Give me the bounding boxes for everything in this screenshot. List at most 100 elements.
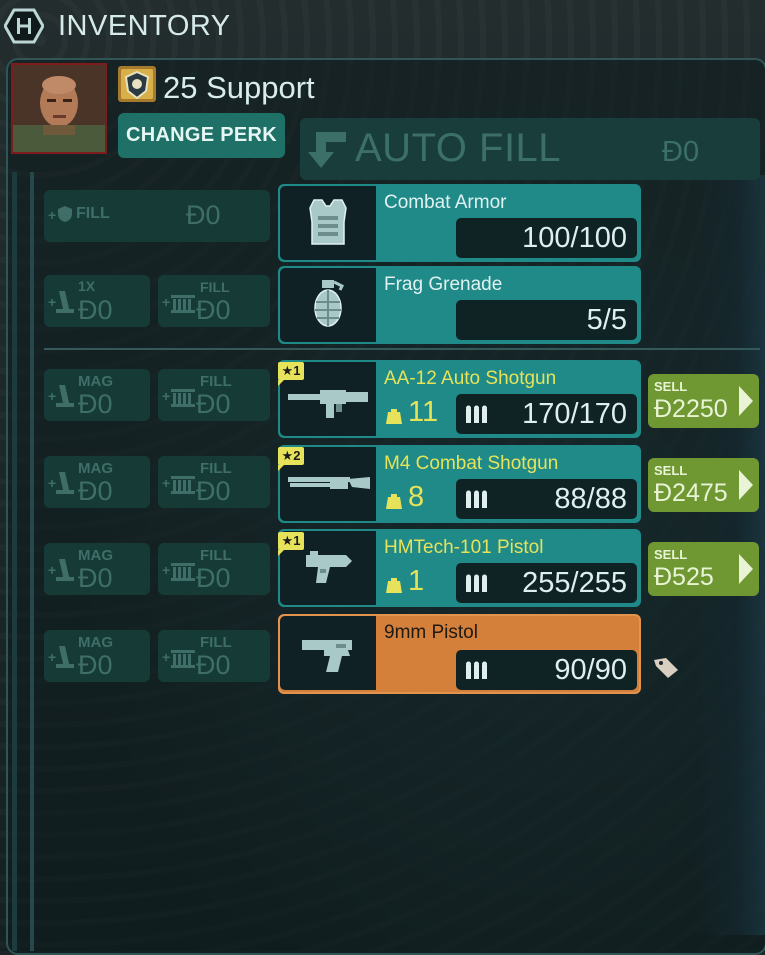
magazine-icon: [56, 559, 74, 581]
sell-price: Ɖ2250: [654, 395, 728, 423]
grenade-value: 5/5: [586, 304, 627, 336]
mag-button[interactable]: + MAG Ɖ0: [44, 543, 150, 595]
character-portrait: [11, 63, 107, 154]
fill-price: Ɖ0: [196, 563, 231, 593]
pistol-icon: [302, 640, 352, 672]
item-value-box: 100/100: [456, 218, 637, 258]
weapon-weight: 11: [408, 396, 439, 428]
chevron-right-icon: [739, 470, 753, 500]
magazine-icon: [56, 472, 74, 494]
mag-button[interactable]: + MAG Ɖ0: [44, 369, 150, 421]
item-card-armor[interactable]: Combat Armor 100/100: [278, 184, 641, 262]
fill-label: FILL: [200, 460, 232, 477]
mag-price: Ɖ0: [78, 563, 113, 593]
ammo-count: 255/255: [522, 567, 627, 599]
magazine-icon: [56, 385, 74, 407]
ammo-box: 88/88: [456, 479, 637, 519]
sell-price: Ɖ2475: [654, 479, 728, 507]
autofill-price: Ɖ0: [662, 136, 700, 168]
hex-logo-icon: [4, 8, 44, 44]
ammo-box: 255/255: [456, 563, 637, 603]
perk-level-label: 25 Support: [163, 70, 315, 105]
weapon-card-m4[interactable]: M4 Combat Shotgun 8 88/88: [278, 445, 641, 523]
chevron-right-icon: [739, 554, 753, 584]
ammo-fill-button[interactable]: + FILL Ɖ0: [158, 630, 270, 682]
mag-label: MAG: [78, 373, 113, 390]
mag-label: MAG: [78, 547, 113, 564]
item-thumbnail: [280, 268, 376, 342]
weight-icon: [386, 409, 402, 424]
weapon-weight: 1: [408, 565, 425, 597]
divider: [44, 348, 760, 350]
magazine-icon: [56, 646, 74, 668]
tier-badge: ★1: [278, 532, 304, 556]
panel-rail: [12, 172, 17, 951]
weapon-card-aa12[interactable]: AA-12 Auto Shotgun 11 170/170: [278, 360, 641, 438]
mag-button[interactable]: + MAG Ɖ0: [44, 630, 150, 682]
grenade-single-price: Ɖ0: [78, 295, 113, 325]
autofill-arrow-icon: [308, 132, 346, 168]
ammo-fill-button[interactable]: + FILL Ɖ0: [158, 456, 270, 508]
price-tag-icon: [654, 658, 678, 678]
weapon-thumbnail: [280, 616, 376, 690]
weapon-name: AA-12 Auto Shotgun: [384, 368, 557, 389]
bullets-icon: [466, 661, 487, 679]
avatar: [13, 65, 105, 152]
shield-icon: [58, 206, 72, 222]
grenade-fill-price: Ɖ0: [196, 295, 231, 325]
ammo-count: 90/90: [554, 654, 627, 686]
ammo-crate-icon: [171, 563, 195, 581]
ammo-fill-button[interactable]: + FILL Ɖ0: [158, 369, 270, 421]
sell-label: SELL: [654, 379, 688, 394]
ammo-box: 170/170: [456, 394, 637, 434]
armor-fill-button[interactable]: + FILL Ɖ0: [44, 190, 270, 242]
mag-label: MAG: [78, 634, 113, 651]
sell-button[interactable]: SELL Ɖ2475: [648, 458, 759, 512]
mag-price: Ɖ0: [78, 389, 113, 419]
sell-button[interactable]: SELL Ɖ2250: [648, 374, 759, 428]
chevron-right-icon: [739, 386, 753, 416]
change-perk-button[interactable]: CHANGE PERK: [118, 113, 285, 158]
autofill-button[interactable]: AUTO FILL Ɖ0: [300, 118, 760, 180]
mag-label: MAG: [78, 460, 113, 477]
weapon-card-9mm[interactable]: 9mm Pistol 90/90: [278, 614, 641, 694]
ammo-crate-icon: [171, 650, 195, 668]
weight-icon: [386, 578, 402, 593]
fill-price: Ɖ0: [196, 476, 231, 506]
fill-label: FILL: [200, 547, 232, 564]
armor-fill-price: Ɖ0: [186, 200, 221, 230]
item-name: Frag Grenade: [384, 274, 503, 295]
sell-button[interactable]: SELL Ɖ525: [648, 542, 759, 596]
sell-price: Ɖ525: [654, 563, 714, 591]
page-title: INVENTORY: [58, 10, 231, 42]
grenade-icon: [314, 280, 345, 327]
header: INVENTORY: [0, 0, 765, 54]
ammo-count: 88/88: [554, 483, 627, 515]
fill-label: FILL: [200, 373, 232, 390]
ammo-crate-icon: [171, 389, 195, 407]
ammo-count: 170/170: [522, 398, 627, 430]
weapon-weight: 8: [408, 481, 425, 513]
magazine-icon: [56, 291, 74, 313]
grenade-single-label: 1X: [78, 278, 96, 294]
mag-button[interactable]: + MAG Ɖ0: [44, 456, 150, 508]
armor-icon: [309, 199, 347, 245]
weapon-card-hmtech[interactable]: HMTech-101 Pistol 1 255/255: [278, 529, 641, 607]
item-thumbnail: [280, 186, 376, 260]
autofill-label: AUTO FILL: [355, 126, 562, 170]
panel-rail: [30, 172, 34, 951]
bullets-icon: [466, 405, 487, 423]
fill-label: FILL: [200, 634, 232, 651]
grenade-fill-button[interactable]: + FILL Ɖ0: [158, 275, 270, 327]
mag-price: Ɖ0: [78, 650, 113, 680]
ammo-crate-icon: [171, 476, 195, 494]
fill-price: Ɖ0: [196, 389, 231, 419]
ammo-fill-button[interactable]: + FILL Ɖ0: [158, 543, 270, 595]
weapon-name: 9mm Pistol: [384, 622, 478, 643]
item-card-grenade[interactable]: Frag Grenade 5/5: [278, 266, 641, 344]
grenade-single-button[interactable]: + 1X Ɖ0: [44, 275, 150, 327]
sell-label: SELL: [654, 463, 688, 478]
tier-badge: ★1: [278, 362, 304, 386]
weight-icon: [386, 494, 402, 509]
ammo-box: 90/90: [456, 650, 637, 690]
